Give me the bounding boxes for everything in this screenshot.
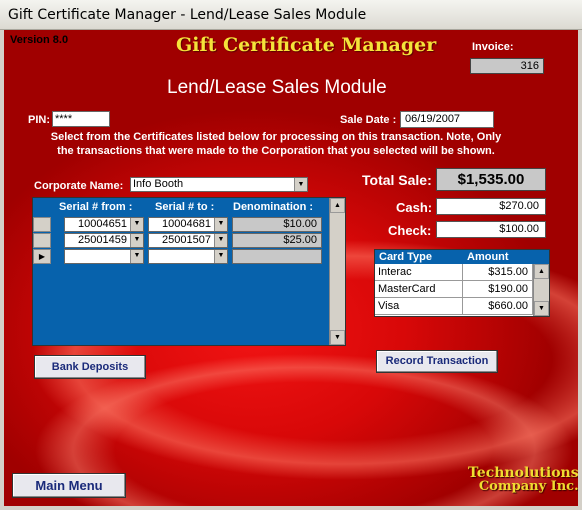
app-title: Gift Certificate Manager: [176, 34, 437, 56]
serial-to-combo[interactable]: 25001507 ▼: [148, 233, 228, 248]
col-header-serial-from: Serial # from :: [59, 201, 133, 213]
col-header-card-type: Card Type: [375, 250, 463, 264]
card-amount-cell[interactable]: $660.00: [463, 298, 533, 315]
serial-from-value: 25001459: [78, 234, 127, 246]
serial-to-combo[interactable]: 10004681 ▼: [148, 217, 228, 232]
cash-label: Cash:: [396, 200, 433, 215]
card-amount-cell[interactable]: $190.00: [463, 281, 533, 298]
chevron-down-icon[interactable]: ▼: [214, 218, 227, 231]
total-sale-label: Total Sale:: [362, 172, 432, 188]
scroll-up-icon[interactable]: ▲: [534, 264, 549, 279]
new-row-marker-icon[interactable]: ▶: [33, 249, 51, 264]
version-label: Version 8.0: [10, 34, 69, 46]
pin-field[interactable]: ****: [52, 111, 110, 127]
scroll-up-icon[interactable]: ▲: [330, 198, 345, 213]
pin-label: PIN:: [28, 114, 50, 126]
chevron-down-icon[interactable]: ▼: [214, 234, 227, 247]
col-header-amount: Amount: [463, 250, 549, 264]
serial-to-value: 25001507: [162, 234, 211, 246]
corporate-name-select[interactable]: Info Booth ▼: [130, 177, 308, 192]
row-selector[interactable]: [33, 233, 51, 248]
corporate-name-value: Info Booth: [133, 178, 184, 190]
card-type-cell[interactable]: Interac: [375, 264, 463, 281]
instructions-line-1: Select from the Certificates listed belo…: [50, 131, 502, 143]
col-header-denomination: Denomination :: [233, 201, 314, 213]
denomination-cell: [232, 249, 322, 264]
grid-scrollbar[interactable]: ▲ ▼: [329, 198, 345, 345]
serial-from-combo[interactable]: 25001459 ▼: [64, 233, 144, 248]
chevron-down-icon[interactable]: ▼: [130, 218, 143, 231]
serial-from-value: 10004651: [78, 218, 127, 230]
check-label: Check:: [388, 223, 432, 238]
module-title: Lend/Lease Sales Module: [167, 77, 387, 98]
grid-corner: [33, 198, 51, 215]
certificates-grid: Serial # from : Serial # to : Denominati…: [32, 197, 346, 346]
record-transaction-button[interactable]: Record Transaction: [376, 350, 498, 373]
form-area: Version 8.0 Gift Certificate Manager Inv…: [4, 30, 578, 506]
instructions: Select from the Certificates listed belo…: [26, 130, 526, 158]
app-window: Gift Certificate Manager - Lend/Lease Sa…: [0, 0, 582, 510]
chevron-down-icon[interactable]: ▼: [294, 178, 307, 191]
serial-from-combo[interactable]: 10004651 ▼: [64, 217, 144, 232]
sale-date-label: Sale Date :: [340, 114, 397, 126]
invoice-field: 316: [470, 58, 544, 74]
scroll-down-icon[interactable]: ▼: [534, 301, 549, 316]
scroll-down-icon[interactable]: ▼: [330, 330, 345, 345]
corporate-name-label: Corporate Name:: [34, 180, 124, 192]
card-type-cell[interactable]: Visa: [375, 298, 463, 315]
bank-deposits-button[interactable]: Bank Deposits: [34, 355, 146, 379]
card-payments-grid: Card Type Amount Interac $315.00 MasterC…: [374, 249, 550, 317]
invoice-label: Invoice:: [472, 41, 514, 53]
window-title: Gift Certificate Manager - Lend/Lease Sa…: [8, 7, 367, 23]
chevron-down-icon[interactable]: ▼: [130, 234, 143, 247]
denomination-cell: $10.00: [232, 217, 322, 232]
sale-date-field[interactable]: 06/19/2007: [400, 111, 494, 128]
serial-from-combo[interactable]: ▼: [64, 249, 144, 264]
main-menu-button[interactable]: Main Menu: [12, 473, 126, 498]
cash-field[interactable]: $270.00: [436, 198, 546, 215]
company-name-line-2: Company Inc.: [478, 479, 578, 494]
title-bar[interactable]: Gift Certificate Manager - Lend/Lease Sa…: [0, 0, 582, 30]
check-field[interactable]: $100.00: [436, 221, 546, 238]
row-selector[interactable]: [33, 217, 51, 232]
chevron-down-icon[interactable]: ▼: [130, 250, 143, 263]
company-name-line-1: Technolutions: [468, 465, 578, 481]
denomination-cell: $25.00: [232, 233, 322, 248]
col-header-serial-to: Serial # to :: [155, 201, 215, 213]
card-type-cell[interactable]: MasterCard: [375, 281, 463, 298]
cards-scrollbar[interactable]: ▲ ▼: [533, 264, 549, 316]
instructions-line-2: the transactions that were made to the C…: [57, 145, 495, 157]
card-amount-cell[interactable]: $315.00: [463, 264, 533, 281]
serial-to-combo[interactable]: ▼: [148, 249, 228, 264]
chevron-down-icon[interactable]: ▼: [214, 250, 227, 263]
serial-to-value: 10004681: [162, 218, 211, 230]
company-logo: Technolutions Company Inc.: [468, 466, 578, 494]
total-sale-value: $1,535.00: [436, 168, 546, 191]
